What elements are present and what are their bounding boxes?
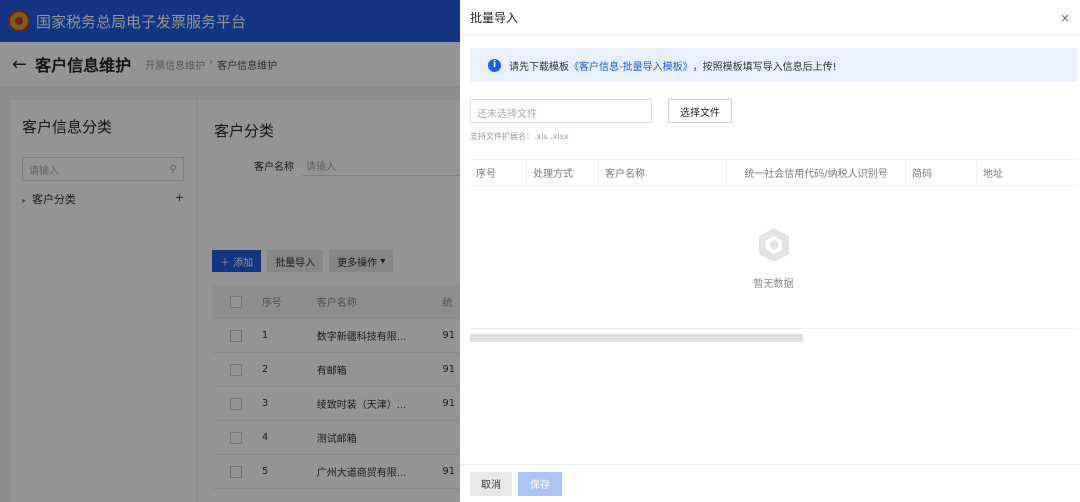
empty-state: 暂无数据 <box>470 186 1077 329</box>
alert-suffix: ，按照模板填写导入信息后上传! <box>692 61 837 73</box>
batch-import-drawer: 批量导入 × i 请先下载模板 《客户信息-批量导入模板》 ，按照模板填写导入信… <box>460 0 1080 502</box>
horizontal-scrollbar[interactable] <box>470 334 803 342</box>
header-short-code: 简码 <box>906 159 977 186</box>
choose-file-button[interactable]: 选择文件 <box>668 99 732 123</box>
header-address: 地址 <box>983 169 1003 180</box>
header-seq: 序号 <box>470 159 527 186</box>
cancel-button[interactable]: 取消 <box>470 471 512 496</box>
empty-box-icon <box>758 227 789 262</box>
header-process-method: 处理方式 <box>527 159 599 186</box>
alert-prefix: 请先下载模板 <box>509 61 569 73</box>
drawer-header: 批量导入 × <box>460 0 1080 36</box>
header-customer-name: 客户名称 <box>599 159 727 186</box>
header-tax-id: 统一社会信用代码/纳税人识别号 <box>727 159 906 186</box>
empty-text: 暂无数据 <box>753 278 794 290</box>
info-icon: i <box>488 58 501 72</box>
import-preview-table: 序号 处理方式 客户名称 统一社会信用代码/纳税人识别号 简码 地址 暂无数据 <box>470 159 1077 329</box>
template-info-alert: i 请先下载模板 《客户信息-批量导入模板》 ，按照模板填写导入信息后上传! <box>470 48 1077 82</box>
download-template-link[interactable]: 《客户信息-批量导入模板》 <box>569 58 693 73</box>
selected-file-field[interactable]: 还未选择文件 <box>470 99 652 123</box>
table-header-row: 序号 处理方式 客户名称 统一社会信用代码/纳税人识别号 简码 地址 <box>470 159 1077 186</box>
drawer-footer: 取消 保存 <box>460 464 1080 502</box>
file-extension-hint: 支持文件扩展名：.xls .xlsx <box>470 132 569 141</box>
close-icon[interactable]: × <box>1060 11 1070 25</box>
drawer-title: 批量导入 <box>470 11 519 25</box>
save-button[interactable]: 保存 <box>518 471 562 496</box>
